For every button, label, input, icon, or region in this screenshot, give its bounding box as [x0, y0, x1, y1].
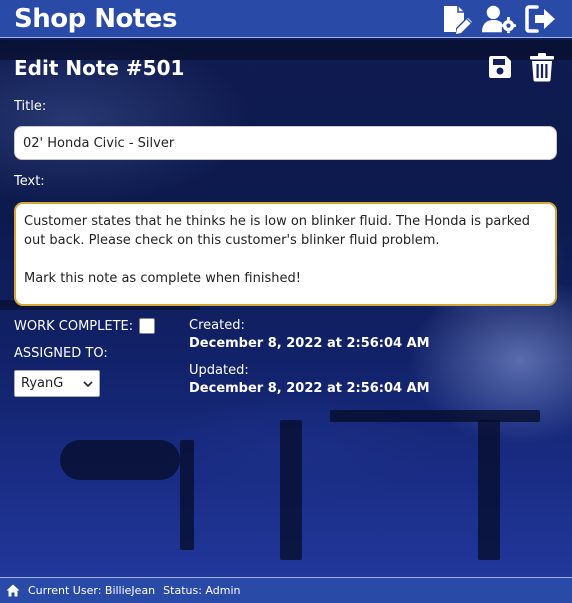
current-user-text: Current User: BillieJean — [28, 584, 156, 597]
trash-icon[interactable] — [528, 52, 556, 82]
chevron-down-icon — [83, 380, 93, 387]
assigned-to-label: ASSIGNED TO: — [14, 346, 108, 361]
note-actions — [486, 52, 556, 82]
status-bar: Current User: BillieJean Status: Admin — [0, 577, 572, 603]
logout-icon[interactable] — [524, 4, 558, 34]
updated-value: December 8, 2022 at 2:56:04 AM — [189, 381, 430, 396]
save-icon[interactable] — [486, 52, 514, 82]
home-icon[interactable] — [6, 584, 20, 598]
work-complete-row: WORK COMPLETE: — [14, 318, 156, 334]
app-header: Shop Notes — [0, 0, 572, 38]
assigned-to-select[interactable]: RyanG — [14, 370, 100, 397]
created-block: Created: December 8, 2022 at 2:56:04 AM — [189, 318, 430, 351]
status-text: Status: Admin — [163, 584, 241, 597]
note-text-area[interactable]: Customer states that he thinks he is low… — [14, 202, 557, 306]
updated-label: Updated: — [189, 363, 249, 378]
header-icon-group — [440, 4, 558, 34]
work-complete-label: WORK COMPLETE: — [14, 318, 134, 334]
edit-note-icon[interactable] — [440, 4, 474, 34]
text-label: Text: — [14, 174, 45, 189]
assigned-to-value: RyanG — [21, 376, 64, 391]
user-settings-icon[interactable] — [482, 4, 516, 34]
title-input[interactable]: 02' Honda Civic - Silver — [14, 126, 557, 160]
title-input-value: 02' Honda Civic - Silver — [23, 135, 175, 151]
title-label: Title: — [14, 99, 47, 114]
work-complete-checkbox[interactable] — [139, 318, 156, 334]
created-value: December 8, 2022 at 2:56:04 AM — [189, 336, 430, 351]
page-title: Edit Note #501 — [14, 56, 185, 80]
created-label: Created: — [189, 318, 245, 333]
updated-block: Updated: December 8, 2022 at 2:56:04 AM — [189, 363, 430, 396]
app-brand: Shop Notes — [14, 3, 177, 34]
